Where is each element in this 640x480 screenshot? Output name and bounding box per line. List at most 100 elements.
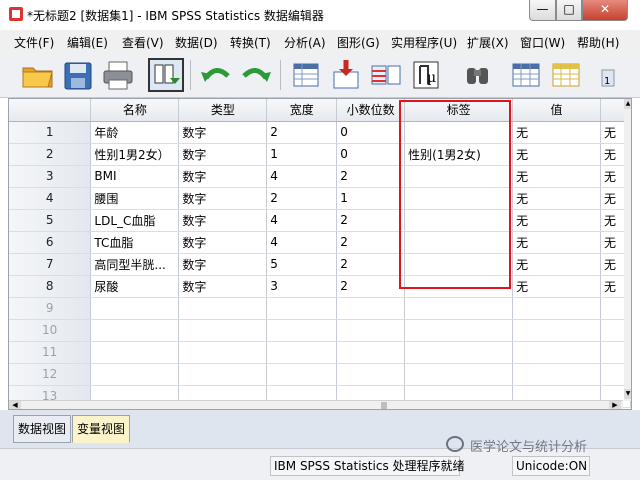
cell-name[interactable]: 腰围 [90,187,180,210]
cell-type[interactable]: 数字 [178,187,268,210]
menu-edit[interactable]: 编辑(E) [67,34,108,51]
cell-decimals[interactable]: 2 [336,209,406,232]
empty-cell[interactable] [404,319,514,342]
menu-graphs[interactable]: 图形(G) [337,34,380,51]
minimize-button[interactable]: — [529,0,556,21]
cell-width[interactable]: 2 [266,121,338,144]
empty-cell[interactable] [178,341,268,364]
empty-cell[interactable] [90,363,180,386]
cell-name[interactable]: TC血脂 [90,231,180,254]
scroll-right-arrow-icon[interactable]: ▶ [609,401,621,409]
row-number[interactable]: 1 [9,121,92,144]
menu-extensions[interactable]: 扩展(X) [467,34,509,51]
row-number[interactable]: 6 [9,231,92,254]
empty-cell[interactable] [266,341,338,364]
find-icon[interactable] [460,58,496,92]
cell-decimals[interactable]: 2 [336,253,406,276]
cell-label[interactable] [404,275,514,298]
cell-type[interactable]: 数字 [178,165,268,188]
cell-type[interactable]: 数字 [178,231,268,254]
undo-icon[interactable] [198,58,234,92]
menu-data[interactable]: 数据(D) [175,34,218,51]
col-header-values[interactable]: 值 [512,99,601,122]
empty-cell[interactable] [512,363,601,386]
empty-cell[interactable] [512,341,601,364]
cell-decimals[interactable]: 2 [336,165,406,188]
empty-cell[interactable] [266,297,338,320]
cell-name[interactable]: LDL_C血脂 [90,209,180,232]
save-icon[interactable] [60,58,96,92]
cell-type[interactable]: 数字 [178,275,268,298]
cell-name[interactable]: BMI [90,165,180,188]
cell-width[interactable]: 3 [266,275,338,298]
insert-variable-icon[interactable] [548,58,584,92]
menu-utilities[interactable]: 实用程序(U) [391,34,457,51]
empty-cell[interactable] [90,297,180,320]
cell-width[interactable]: 4 [266,209,338,232]
menu-view[interactable]: 查看(V) [122,34,164,51]
tab-data-view[interactable]: 数据视图 [13,415,71,443]
row-number[interactable]: 5 [9,209,92,232]
cell-type[interactable]: 数字 [178,143,268,166]
menu-window[interactable]: 窗口(W) [520,34,565,51]
empty-cell[interactable] [404,363,514,386]
cell-width[interactable]: 1 [266,143,338,166]
cell-values[interactable]: 无 [512,121,601,144]
scroll-left-arrow-icon[interactable]: ◀ [9,401,21,409]
empty-cell[interactable] [336,319,406,342]
cell-name[interactable]: 年龄 [90,121,180,144]
row-number[interactable]: 7 [9,253,92,276]
cell-values[interactable]: 无 [512,231,601,254]
cell-decimals[interactable]: 1 [336,187,406,210]
empty-cell[interactable] [404,341,514,364]
empty-cell[interactable] [178,297,268,320]
menu-analyze[interactable]: 分析(A) [284,34,326,51]
goto-case-icon[interactable] [288,58,324,92]
row-number[interactable]: 10 [9,319,92,342]
scroll-down-arrow-icon[interactable]: ▼ [624,389,631,399]
empty-cell[interactable] [90,319,180,342]
cell-type[interactable]: 数字 [178,121,268,144]
empty-cell[interactable] [266,319,338,342]
cell-label[interactable] [404,165,514,188]
cell-values[interactable]: 无 [512,165,601,188]
cell-type[interactable]: 数字 [178,253,268,276]
row-number[interactable]: 2 [9,143,92,166]
cell-values[interactable]: 无 [512,209,601,232]
empty-cell[interactable] [178,319,268,342]
cell-values[interactable]: 无 [512,253,601,276]
col-header-width[interactable]: 宽度 [266,99,338,122]
vertical-scrollbar[interactable]: ▲ ▼ [624,99,631,401]
close-button[interactable]: ✕ [582,0,628,21]
cell-label[interactable] [404,187,514,210]
cell-decimals[interactable]: 2 [336,231,406,254]
empty-cell[interactable] [336,297,406,320]
empty-cell[interactable] [266,363,338,386]
corner-cell[interactable] [9,99,92,122]
empty-cell[interactable] [178,363,268,386]
empty-cell[interactable] [336,363,406,386]
cell-label[interactable]: 性别(1男2女) [404,143,514,166]
col-header-decimals[interactable]: 小数位数 [336,99,406,122]
cell-name[interactable]: 性别1男2女） [90,143,180,166]
cell-values[interactable]: 无 [512,187,601,210]
cell-type[interactable]: 数字 [178,209,268,232]
variables-icon[interactable] [368,58,404,92]
cell-name[interactable]: 尿酸 [90,275,180,298]
empty-cell[interactable] [512,297,601,320]
col-header-label[interactable]: 标签 [404,99,514,122]
cell-width[interactable]: 4 [266,231,338,254]
cell-label[interactable] [404,121,514,144]
tab-variable-view[interactable]: 变量视图 [72,415,130,443]
cell-values[interactable]: 无 [512,143,601,166]
redo-icon[interactable] [238,58,274,92]
cell-label[interactable] [404,231,514,254]
col-header-type[interactable]: 类型 [178,99,268,122]
row-number[interactable]: 8 [9,275,92,298]
cell-decimals[interactable]: 0 [336,121,406,144]
empty-cell[interactable] [336,341,406,364]
value-labels-icon[interactable]: 1 [598,58,634,92]
scroll-thumb[interactable] [381,402,387,409]
cell-name[interactable]: 高同型半胱... [90,253,180,276]
row-number[interactable]: 12 [9,363,92,386]
